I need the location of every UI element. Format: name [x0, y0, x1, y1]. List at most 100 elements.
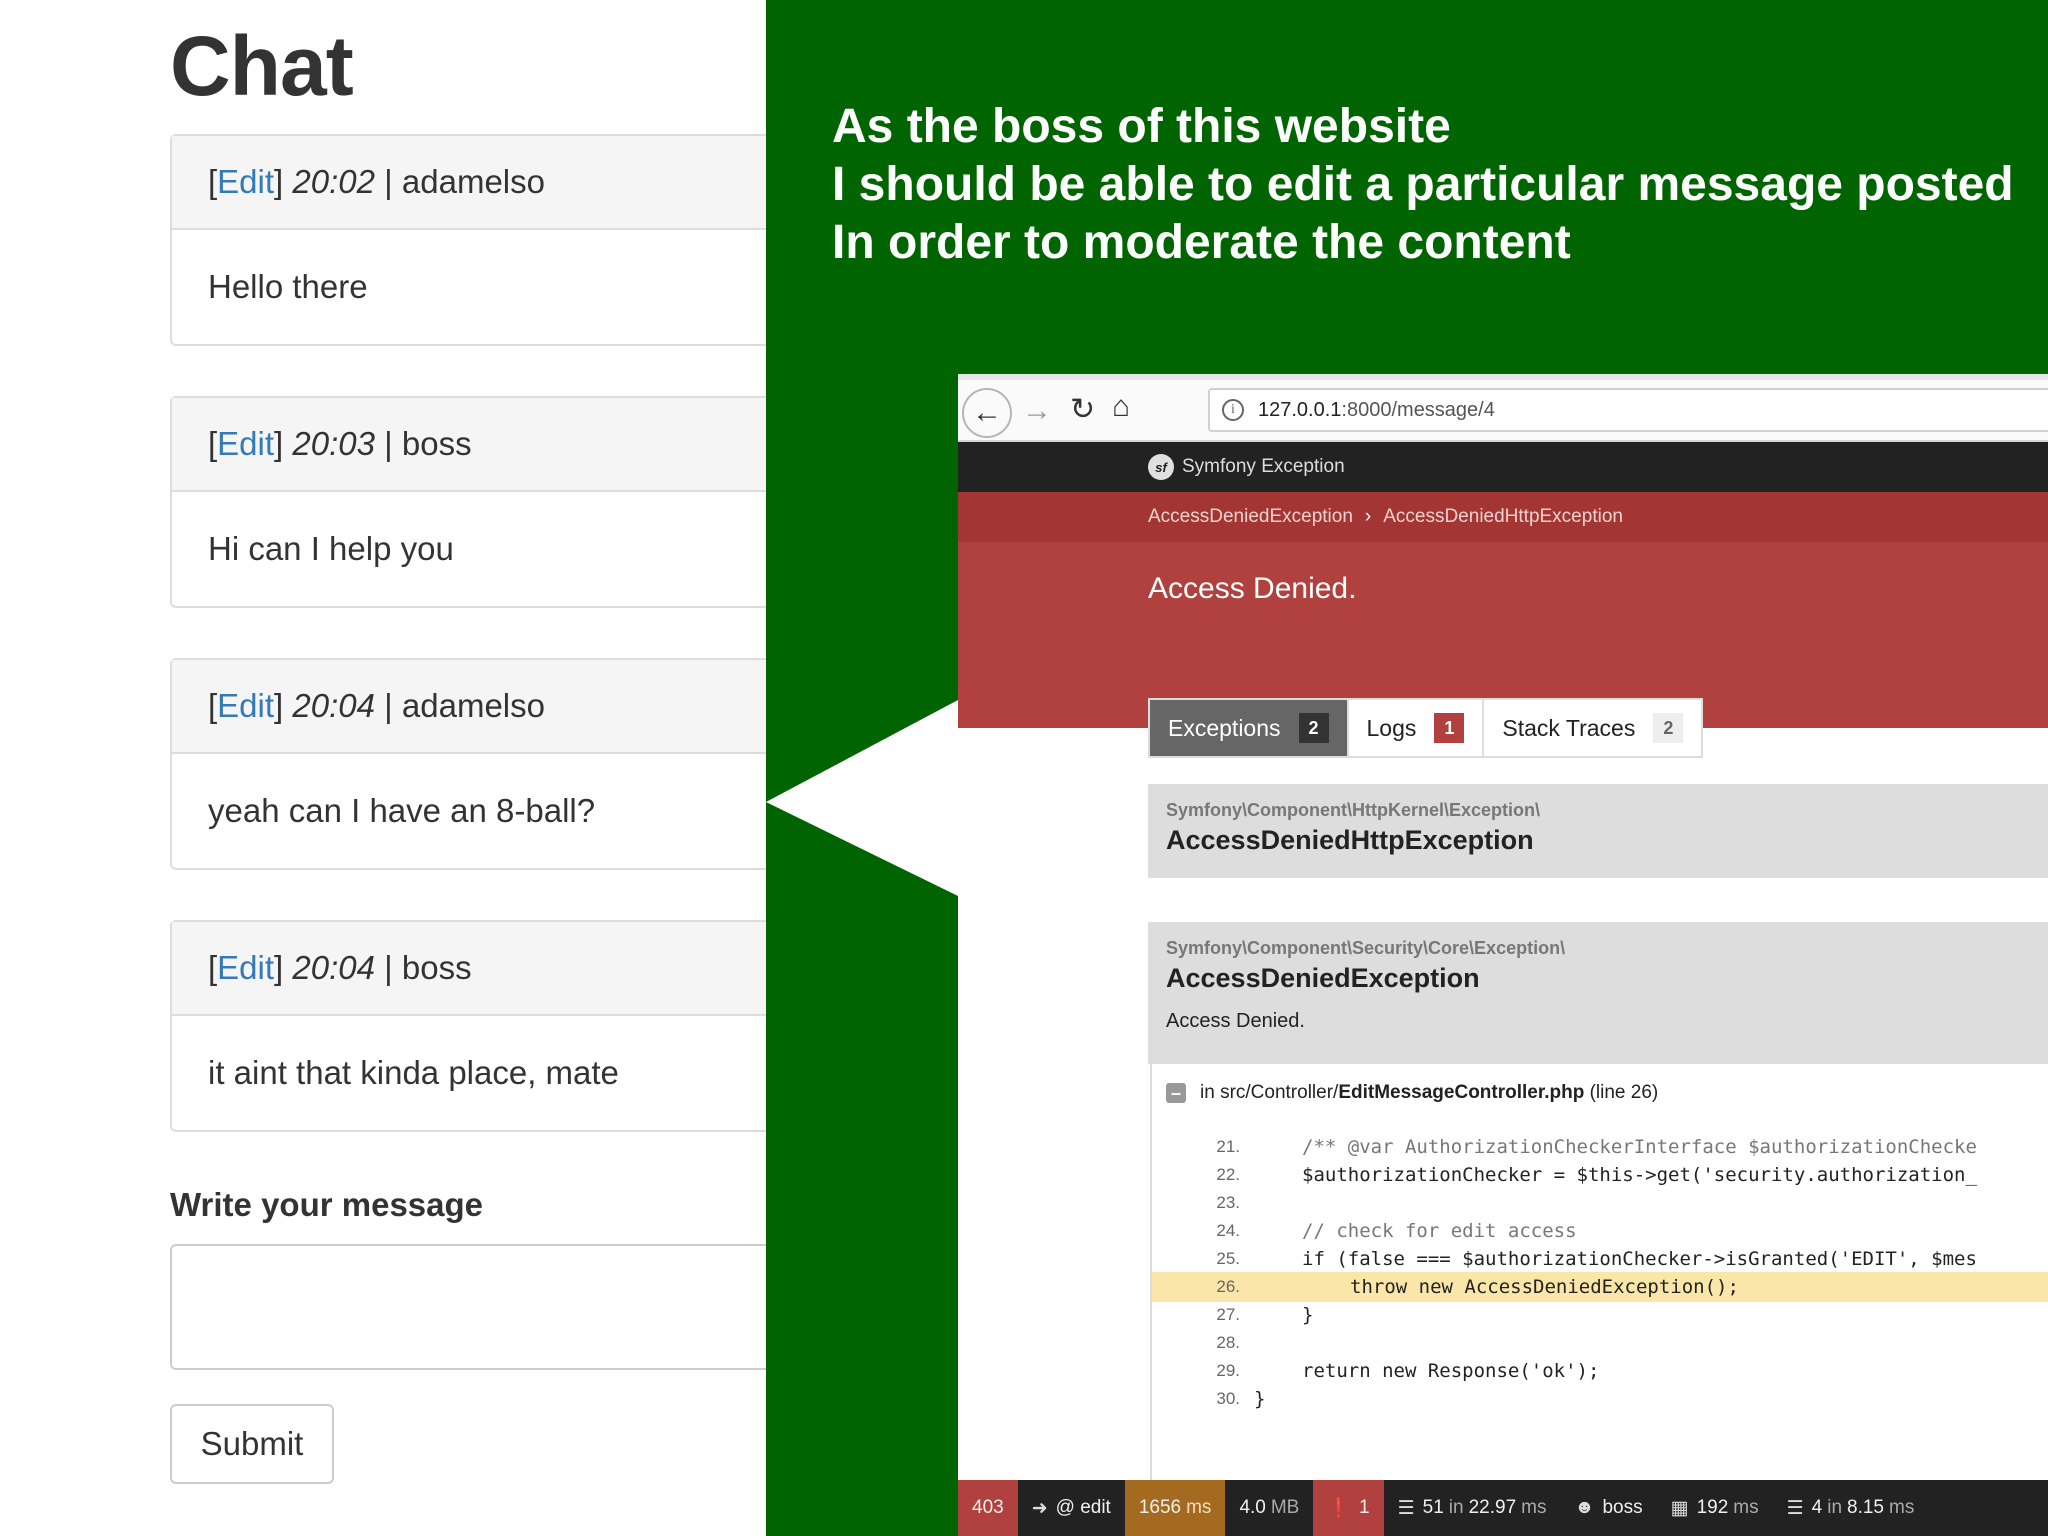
slide-panel: As the boss of this website I should be …	[766, 0, 2048, 1536]
line-number: 21.	[1216, 1137, 1240, 1156]
trace-prefix: in src/Controller/	[1200, 1082, 1339, 1103]
render-item[interactable]: ▦ 192 ms	[1657, 1480, 1773, 1536]
time-unit: ms	[1186, 1497, 1212, 1518]
code-excerpt: 21. /** @var AuthorizationCheckerInterfa…	[1150, 1122, 2048, 1502]
message-text: it aint that kinda place, mate	[208, 1054, 619, 1091]
story-line: I should be able to edit a particular me…	[832, 158, 2014, 211]
reload-icon[interactable]: ↻	[1070, 392, 1095, 427]
exception-namespace: Symfony\Component\HttpKernel\Exception\	[1166, 800, 1541, 820]
message-textarea[interactable]	[170, 1244, 766, 1370]
trace-file: EditMessageController.php	[1338, 1082, 1585, 1103]
message-header: [Edit] 20:04 | boss	[172, 922, 766, 1016]
line-number: 22.	[1216, 1165, 1240, 1184]
message-author: adamelso	[401, 163, 545, 200]
exception-card: Symfony\Component\Security\Core\Exceptio…	[1148, 922, 2048, 1064]
message-time: 20:04	[292, 687, 375, 724]
code-text: }	[1254, 1388, 1266, 1410]
chat-app: Chat [Edit] 20:02 | adamelso Hello there…	[0, 0, 766, 1536]
message-text: Hello there	[208, 268, 368, 305]
error-banner: AccessDeniedException › AccessDeniedHttp…	[958, 492, 2048, 728]
user-item[interactable]: ☻ boss	[1560, 1480, 1656, 1536]
tab-exceptions[interactable]: Exceptions 2	[1150, 700, 1347, 756]
exception-class: AccessDeniedHttpException	[1166, 825, 1534, 855]
line-number: 27.	[1216, 1305, 1240, 1324]
time-item[interactable]: 1656 ms	[1124, 1480, 1226, 1536]
message-panel: [Edit] 20:04 | boss it aint that kinda p…	[170, 920, 766, 1132]
db-in: in	[1827, 1497, 1843, 1518]
status-code-badge[interactable]: 403	[958, 1480, 1018, 1536]
collapse-icon[interactable]: –	[1166, 1083, 1186, 1103]
line-number: 23.	[1216, 1193, 1240, 1212]
edit-link[interactable]: Edit	[217, 687, 274, 725]
code-text: // check for edit access	[1302, 1220, 1577, 1242]
tab-count-badge: 2	[1653, 713, 1684, 743]
forward-arrow-icon[interactable]: →	[1022, 394, 1052, 428]
code-line: 29. return new Response('ok');	[1152, 1356, 2048, 1386]
home-icon[interactable]: ⌂	[1112, 390, 1130, 424]
code-line: 27. }	[1152, 1300, 2048, 1330]
code-line-highlighted: 26. throw new AccessDeniedException();	[1152, 1272, 2048, 1302]
route-item[interactable]: ➜ @ edit	[1018, 1480, 1125, 1536]
message-panel: [Edit] 20:02 | adamelso Hello there	[170, 134, 766, 346]
exception-breadcrumb: AccessDeniedException › AccessDeniedHttp…	[958, 492, 2048, 542]
code-line: 30. }	[1152, 1384, 2048, 1414]
events-count: 51	[1422, 1497, 1444, 1518]
breadcrumb-item[interactable]: AccessDeniedException	[1148, 506, 1353, 528]
callout-pointer-shape	[766, 700, 958, 896]
info-icon[interactable]: i	[1222, 399, 1244, 421]
code-text: return new Response('ok');	[1302, 1360, 1600, 1382]
edit-link[interactable]: Edit	[217, 425, 274, 463]
tab-logs[interactable]: Logs 1	[1346, 700, 1483, 756]
exception-message: Access Denied.	[1166, 1010, 1305, 1032]
edit-link[interactable]: Edit	[217, 163, 274, 201]
line-number: 25.	[1216, 1249, 1240, 1268]
edit-link[interactable]: Edit	[217, 949, 274, 987]
errors-item[interactable]: ❗ 1	[1313, 1480, 1384, 1536]
url-host: 127.0.0.1	[1258, 398, 1342, 421]
message-header: [Edit] 20:02 | adamelso	[172, 136, 766, 230]
submit-button[interactable]: Submit	[170, 1404, 334, 1484]
exception-namespace: Symfony\Component\Security\Core\Exceptio…	[1166, 938, 1566, 958]
events-unit: ms	[1521, 1497, 1547, 1518]
line-number: 24.	[1216, 1221, 1240, 1240]
code-line: 21. /** @var AuthorizationCheckerInterfa…	[1152, 1132, 2048, 1162]
user-story: As the boss of this website I should be …	[832, 98, 2014, 272]
browser-toolbar: ← → ↻ ⌂ i 127.0.0.1:8000/message/4	[958, 380, 2048, 442]
render-unit: ms	[1733, 1497, 1759, 1518]
arrow-right-icon: ➜	[1031, 1497, 1048, 1519]
database-item[interactable]: ☰ 4 in 8.15 ms	[1773, 1480, 1929, 1536]
trace-header[interactable]: – in src/Controller/EditMessageControlle…	[1150, 1064, 2048, 1122]
request-time: 1656	[1138, 1497, 1182, 1518]
tab-label: Stack Traces	[1502, 714, 1636, 741]
message-author: boss	[401, 425, 472, 462]
url-path: :8000/message/4	[1341, 398, 1495, 421]
story-line: In order to moderate the content	[832, 216, 1571, 269]
code-line: 24. // check for edit access	[1152, 1216, 2048, 1246]
exception-card: Symfony\Component\HttpKernel\Exception\ …	[1148, 784, 2048, 878]
line-number: 29.	[1216, 1361, 1240, 1380]
events-in: in	[1448, 1497, 1464, 1518]
memory-unit: MB	[1270, 1497, 1300, 1518]
address-bar[interactable]: i 127.0.0.1:8000/message/4	[1208, 388, 2048, 432]
story-line: As the boss of this website	[832, 100, 1451, 153]
error-count: 1	[1359, 1497, 1370, 1518]
error-message: Access Denied.	[1148, 572, 1357, 605]
message-author: adamelso	[401, 687, 545, 724]
status-code: 403	[972, 1497, 1004, 1518]
memory-value: 4.0	[1239, 1497, 1266, 1518]
line-number: 30.	[1216, 1389, 1240, 1408]
tab-stack-traces[interactable]: Stack Traces 2	[1482, 700, 1702, 756]
breadcrumb-item[interactable]: AccessDeniedHttpException	[1383, 506, 1623, 528]
symfony-title: Symfony Exception	[1182, 456, 1345, 477]
db-count: 4	[1811, 1497, 1823, 1518]
symfony-logo-icon: sf	[1148, 454, 1174, 480]
message-author: boss	[401, 949, 472, 986]
code-line: 28.	[1152, 1328, 2048, 1358]
browser-window: ← → ↻ ⌂ i 127.0.0.1:8000/message/4 sf Sy…	[958, 374, 2048, 1536]
tab-count-badge: 2	[1298, 713, 1329, 743]
trace-line-info: (line 26)	[1589, 1082, 1659, 1103]
memory-item[interactable]: 4.0 MB	[1225, 1480, 1313, 1536]
back-arrow-icon[interactable]: ←	[962, 388, 1012, 438]
db-time: 8.15	[1847, 1497, 1884, 1518]
events-item[interactable]: ☰ 51 in 22.97 ms	[1384, 1480, 1561, 1536]
